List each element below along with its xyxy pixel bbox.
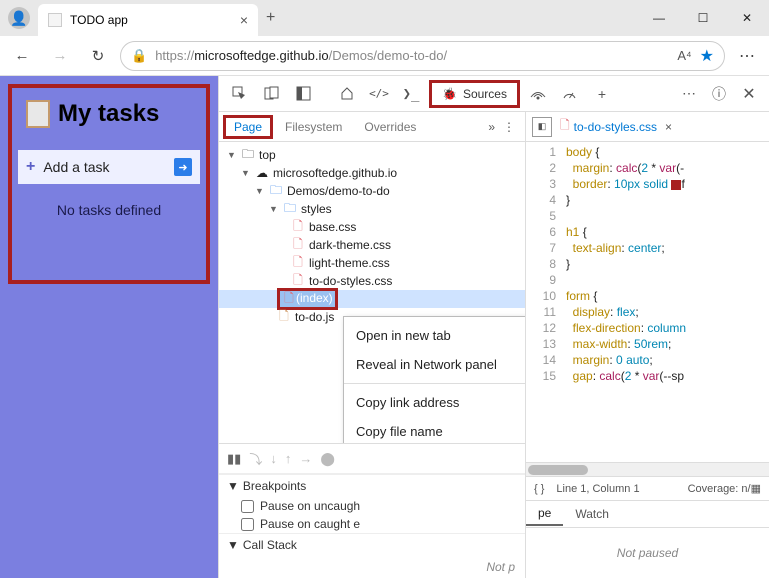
- step-into-icon[interactable]: ↓: [270, 451, 277, 466]
- editor-tabs: ◧ 🗋 to-do-styles.css ×: [526, 112, 769, 142]
- address-bar: ← → ↻ 🔒 https://microsoftedge.github.io/…: [0, 36, 769, 76]
- callstack-header[interactable]: ▼Call Stack: [219, 534, 525, 556]
- code-content[interactable]: body { margin: calc(2 * var(- border: 10…: [562, 142, 769, 462]
- line-gutter: 123456789101112131415: [526, 142, 562, 462]
- devtools-toolbar: </> ❯_ 🐞 Sources + ⋯ ⓘ ✕: [219, 76, 769, 112]
- devtools-panel: </> ❯_ 🐞 Sources + ⋯ ⓘ ✕ Page Filesystem: [218, 76, 769, 578]
- network-icon[interactable]: [524, 80, 552, 108]
- add-task-input[interactable]: + Add a task ➜: [18, 150, 200, 184]
- code-editor[interactable]: 123456789101112131415 body { margin: cal…: [526, 142, 769, 462]
- pause-icon[interactable]: ▮▮: [227, 451, 241, 467]
- ctx-copy-link[interactable]: Copy link address: [344, 388, 525, 417]
- maximize-button[interactable]: ☐: [681, 3, 725, 33]
- close-editor-tab-icon[interactable]: ×: [665, 120, 672, 134]
- add-task-placeholder: Add a task: [43, 159, 109, 175]
- dock-icon[interactable]: [289, 80, 317, 108]
- minimize-button[interactable]: —: [637, 3, 681, 33]
- profile-avatar[interactable]: 👤: [8, 7, 30, 29]
- url-input[interactable]: 🔒 https://microsoftedge.github.io/Demos/…: [120, 41, 725, 71]
- clipboard-icon: [26, 100, 50, 128]
- breakpoints-header[interactable]: ▼Breakpoints: [219, 475, 525, 497]
- lock-icon: 🔒: [131, 48, 147, 64]
- back-button[interactable]: ←: [6, 40, 38, 72]
- horizontal-scrollbar[interactable]: [526, 462, 769, 476]
- scope-not-paused: Not paused: [526, 528, 769, 578]
- forward-button: →: [44, 40, 76, 72]
- deactivate-bp-icon[interactable]: ⬤: [320, 451, 335, 467]
- pause-caught-checkbox[interactable]: Pause on caught e: [219, 515, 525, 533]
- ctx-open-new-tab[interactable]: Open in new tab: [344, 321, 525, 350]
- tab-title: TODO app: [70, 13, 232, 27]
- refresh-button[interactable]: ↻: [82, 40, 114, 72]
- scope-tab[interactable]: pe: [526, 502, 563, 526]
- devtools-more-icon[interactable]: ⋯: [675, 80, 703, 108]
- page-title: My tasks: [58, 100, 159, 128]
- pause-uncaught-checkbox[interactable]: Pause on uncaugh: [219, 497, 525, 515]
- plus-icon: +: [26, 158, 35, 176]
- ctx-copy-filename[interactable]: Copy file name: [344, 417, 525, 443]
- console-icon[interactable]: ❯_: [397, 80, 425, 108]
- watch-tab[interactable]: Watch: [563, 503, 621, 525]
- editor-status-bar: { } Line 1, Column 1 Coverage: n/▦: [526, 476, 769, 500]
- browser-menu-button[interactable]: ⋯: [731, 46, 763, 66]
- not-paused-text: Not p: [219, 556, 525, 578]
- cursor-position: Line 1, Column 1: [556, 483, 639, 495]
- read-aloud-icon[interactable]: A⁴: [677, 48, 691, 63]
- webpage-panel: My tasks + Add a task ➜ No tasks defined: [0, 76, 218, 578]
- css-file-icon: 🗋: [560, 116, 570, 137]
- sources-subtabs: Page Filesystem Overrides » ⋮: [219, 112, 525, 142]
- file-tree[interactable]: ▼🗀top ▼☁microsoftedge.github.io ▼🗀Demos/…: [219, 142, 525, 443]
- submit-arrow-icon[interactable]: ➜: [174, 158, 192, 176]
- performance-icon[interactable]: [556, 80, 584, 108]
- browser-titlebar: 👤 TODO app × + — ☐ ✕: [0, 0, 769, 36]
- context-menu: Open in new tab Reveal in Network panel …: [343, 316, 525, 443]
- overrides-subtab[interactable]: Overrides: [354, 116, 426, 138]
- bug-icon: 🐞: [442, 87, 457, 101]
- add-tab-icon[interactable]: +: [588, 80, 616, 108]
- tree-row-index: 🗋(index): [219, 290, 525, 308]
- coverage-status[interactable]: Coverage: n/▦: [688, 482, 761, 495]
- page-subtab[interactable]: Page: [223, 115, 273, 139]
- help-icon[interactable]: ⓘ: [705, 80, 733, 108]
- pretty-print-icon[interactable]: { }: [534, 483, 544, 495]
- step-icon[interactable]: →: [299, 451, 312, 466]
- empty-state-text: No tasks defined: [18, 202, 200, 218]
- new-tab-button[interactable]: +: [266, 9, 275, 27]
- debugger-pane: ▮▮ ⤵ ↓ ↑ → ⬤ ▼Breakpoints Pause on uncau…: [219, 443, 525, 578]
- elements-icon[interactable]: </>: [365, 80, 393, 108]
- subtabs-more-icon[interactable]: ⋮: [503, 120, 515, 134]
- browser-tab[interactable]: TODO app ×: [38, 4, 258, 36]
- step-out-icon[interactable]: ↑: [285, 451, 292, 466]
- ctx-reveal-network[interactable]: Reveal in Network panel: [344, 350, 525, 379]
- editor-tab[interactable]: 🗋 to-do-styles.css ×: [560, 116, 672, 137]
- toggle-navigator-icon[interactable]: ◧: [532, 117, 552, 137]
- filesystem-subtab[interactable]: Filesystem: [275, 116, 352, 138]
- welcome-icon[interactable]: [333, 80, 361, 108]
- step-over-icon[interactable]: ⤵: [249, 449, 262, 468]
- scope-watch-tabs: pe Watch: [526, 500, 769, 528]
- close-tab-icon[interactable]: ×: [240, 12, 248, 28]
- inspect-icon[interactable]: [225, 80, 253, 108]
- subtabs-chevron-icon[interactable]: »: [488, 120, 495, 134]
- close-window-button[interactable]: ✕: [725, 3, 769, 33]
- devtools-close-icon[interactable]: ✕: [735, 80, 763, 108]
- sources-tab[interactable]: 🐞 Sources: [429, 80, 520, 108]
- favorite-icon[interactable]: ★: [700, 46, 714, 66]
- device-icon[interactable]: [257, 80, 285, 108]
- page-favicon: [48, 13, 62, 27]
